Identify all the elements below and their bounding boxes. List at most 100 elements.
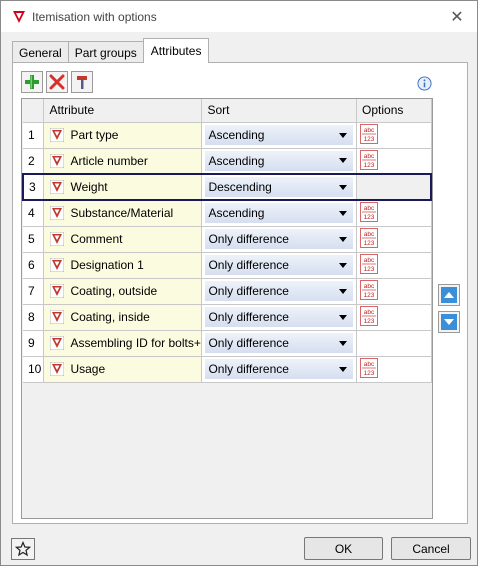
sort-dropdown[interactable]: Only difference <box>205 307 354 327</box>
options-cell[interactable]: abc 123 <box>356 278 432 305</box>
add-button[interactable] <box>21 71 43 93</box>
attribute-cell[interactable]: Part type <box>43 122 203 149</box>
sort-dropdown[interactable]: Ascending <box>205 203 354 224</box>
reorder-buttons <box>438 284 460 333</box>
sort-cell[interactable]: Only difference <box>201 330 358 357</box>
dialog-window: Itemisation with options ✕ General Part … <box>0 0 478 566</box>
table-row[interactable]: 1 Part type Ascending abc 123 <box>23 122 432 149</box>
hammer-icon <box>77 76 87 89</box>
attribute-cell[interactable]: Coating, outside <box>43 278 203 305</box>
attribute-cell[interactable]: Substance/Material <box>43 200 203 227</box>
abc-123-icon[interactable]: abc 123 <box>360 358 378 378</box>
table-header-row: Attribute Sort Options <box>23 99 432 123</box>
attribute-cell[interactable]: Article number <box>43 148 203 175</box>
ok-button[interactable]: OK <box>304 537 383 560</box>
info-icon[interactable] <box>417 76 432 91</box>
svg-text:abc: abc <box>364 309 375 316</box>
table-row[interactable]: 6 Designation 1 Only difference abc 123 <box>23 252 432 279</box>
sort-cell[interactable]: Only difference <box>201 304 358 331</box>
options-cell[interactable]: abc 123 <box>356 356 432 383</box>
move-down-button[interactable] <box>438 311 460 333</box>
chevron-down-icon <box>339 132 348 138</box>
sort-value: Only difference <box>208 284 289 298</box>
sort-cell[interactable]: Descending <box>201 173 358 201</box>
attribute-cell[interactable]: Weight <box>43 173 203 201</box>
sort-dropdown[interactable]: Only difference <box>205 255 354 275</box>
table-row[interactable]: 4 Substance/Material Ascending abc 123 <box>23 200 432 227</box>
sort-cell[interactable]: Only difference <box>201 278 358 305</box>
attribute-label: Comment <box>70 232 123 246</box>
sort-dropdown[interactable]: Only difference <box>205 359 354 379</box>
attribute-icon <box>50 362 65 376</box>
attribute-icon <box>50 258 65 272</box>
table-row[interactable]: 2 Article number Ascending abc 123 <box>23 148 432 175</box>
table-row[interactable]: 5 Comment Only difference abc 123 <box>23 226 432 253</box>
chevron-down-icon <box>339 262 348 268</box>
close-icon[interactable]: ✕ <box>447 7 467 27</box>
sort-dropdown[interactable]: Only difference <box>205 229 354 249</box>
table-row[interactable]: 9 Assembling ID for bolts+ Only difference <box>23 330 432 357</box>
row-number: 3 <box>22 173 45 201</box>
attribute-icon <box>50 336 65 350</box>
tab-general[interactable]: General <box>12 41 69 63</box>
table-row[interactable]: 3 Weight Descending <box>22 173 432 201</box>
attribute-cell[interactable]: Assembling ID for bolts+ <box>43 330 203 357</box>
row-number: 4 <box>23 200 45 227</box>
attribute-cell[interactable]: Designation 1 <box>43 252 203 279</box>
sort-cell[interactable]: Ascending <box>201 200 358 227</box>
options-cell[interactable]: abc 123 <box>356 148 432 175</box>
options-cell[interactable]: abc 123 <box>356 200 432 227</box>
abc-123-icon[interactable]: abc 123 <box>360 124 378 144</box>
cancel-button[interactable]: Cancel <box>391 537 471 560</box>
options-cell[interactable]: abc 123 <box>356 122 432 149</box>
favorites-button[interactable] <box>11 538 35 560</box>
header-sort[interactable]: Sort <box>201 99 358 123</box>
attribute-cell[interactable]: Coating, inside <box>43 304 203 331</box>
table-row[interactable]: 10 Usage Only difference abc 123 <box>23 356 432 383</box>
options-cell[interactable] <box>356 330 432 357</box>
options-cell[interactable]: abc 123 <box>356 304 432 331</box>
attributes-grid: Attribute Sort Options 1 Part type Ascendi… <box>21 98 433 519</box>
arrow-up-icon <box>441 287 457 303</box>
sort-cell[interactable]: Ascending <box>201 148 358 175</box>
abc-123-icon[interactable]: abc 123 <box>360 306 378 326</box>
edit-button[interactable] <box>71 71 93 93</box>
options-cell[interactable]: abc 123 <box>356 226 432 253</box>
delete-button[interactable] <box>46 71 68 93</box>
move-up-button[interactable] <box>438 284 460 306</box>
abc-123-icon[interactable]: abc 123 <box>360 254 378 274</box>
table-row[interactable]: 8 Coating, inside Only difference abc 123 <box>23 304 432 331</box>
star-icon <box>15 541 31 557</box>
window-title: Itemisation with options <box>32 10 157 24</box>
svg-text:abc: abc <box>364 127 375 134</box>
sort-cell[interactable]: Ascending <box>201 122 358 149</box>
sort-cell[interactable]: Only difference <box>201 356 358 383</box>
abc-123-icon[interactable]: abc 123 <box>360 228 378 248</box>
row-number: 9 <box>23 330 45 357</box>
svg-text:123: 123 <box>364 318 375 325</box>
svg-text:abc: abc <box>364 257 375 264</box>
svg-text:abc: abc <box>364 283 375 290</box>
tab-part-groups[interactable]: Part groups <box>67 41 144 63</box>
abc-123-icon[interactable]: abc 123 <box>360 149 378 170</box>
sort-cell[interactable]: Only difference <box>201 252 358 279</box>
options-cell[interactable]: abc 123 <box>356 252 432 279</box>
tab-attributes[interactable]: Attributes <box>142 38 210 63</box>
table-row[interactable]: 7 Coating, outside Only difference abc 123 <box>23 278 432 305</box>
sort-cell[interactable]: Only difference <box>201 226 358 253</box>
sort-dropdown[interactable]: Descending <box>205 177 354 197</box>
svg-text:abc: abc <box>364 231 375 238</box>
sort-dropdown[interactable]: Ascending <box>205 125 354 145</box>
svg-text:123: 123 <box>364 214 375 221</box>
row-number: 10 <box>23 356 45 383</box>
sort-dropdown[interactable]: Ascending <box>205 150 354 171</box>
options-cell[interactable] <box>356 173 432 201</box>
attribute-cell[interactable]: Usage <box>43 356 203 383</box>
sort-dropdown[interactable]: Only difference <box>205 281 354 301</box>
sort-dropdown[interactable]: Only difference <box>205 333 354 353</box>
header-attribute[interactable]: Attribute <box>43 99 203 123</box>
attribute-cell[interactable]: Comment <box>43 226 203 253</box>
header-options[interactable]: Options <box>356 99 432 123</box>
abc-123-icon[interactable]: abc 123 <box>360 202 378 223</box>
abc-123-icon[interactable]: abc 123 <box>360 280 378 300</box>
